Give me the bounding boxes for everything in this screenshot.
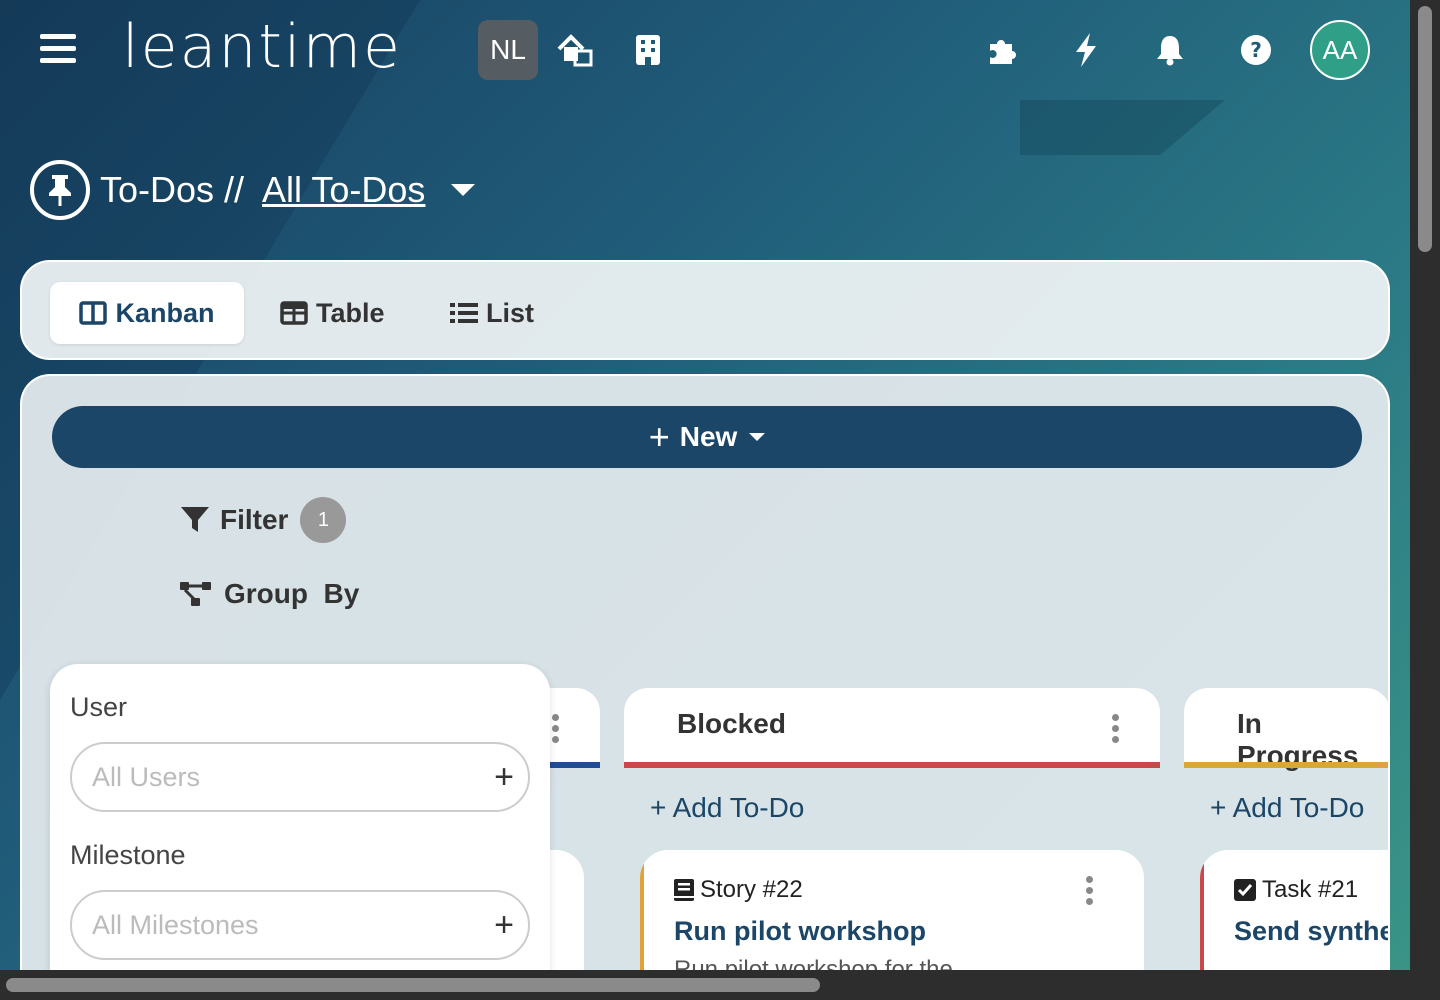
user-filter-input[interactable]: All Users +: [70, 742, 530, 812]
add-todo-label: Add To-Do: [672, 792, 805, 823]
add-todo-button[interactable]: + Add To-Do: [1210, 792, 1364, 824]
column-menu-icon[interactable]: [552, 714, 560, 747]
group-by-icon: [180, 582, 211, 606]
column-title: Blocked: [677, 708, 786, 739]
milestone-filter-input[interactable]: All Milestones +: [70, 890, 530, 960]
list-icon: [450, 303, 478, 323]
add-todo-button[interactable]: + Add To-Do: [650, 792, 804, 824]
kanban-column-blocked: Blocked: [624, 688, 1160, 768]
filter-button[interactable]: Filter 1: [180, 496, 347, 544]
checkbox-icon: [1234, 879, 1256, 901]
svg-text:?: ?: [1250, 38, 1262, 62]
card-title[interactable]: Run pilot workshop: [674, 916, 926, 947]
tab-table[interactable]: Table: [280, 282, 385, 344]
card-menu-icon[interactable]: [1086, 876, 1094, 909]
page-title: To-Dos // All To-Dos: [30, 160, 476, 220]
tab-kanban[interactable]: Kanban: [50, 282, 244, 344]
plus-icon: +: [1210, 792, 1227, 823]
table-icon: [280, 301, 308, 325]
plus-icon: +: [650, 792, 667, 823]
pin-icon: [30, 160, 90, 220]
menu-hamburger-icon[interactable]: [40, 34, 76, 66]
plus-icon: +: [648, 416, 670, 457]
group-by-label: Group By: [224, 578, 360, 609]
funnel-icon: [181, 507, 209, 532]
title-prefix: To-Dos //: [100, 169, 245, 210]
chevron-down-icon[interactable]: [451, 184, 476, 196]
view-selector-link[interactable]: All To-Dos: [262, 169, 425, 211]
column-status-bar: [1184, 762, 1388, 768]
project-badge[interactable]: NL: [478, 20, 538, 80]
plus-icon[interactable]: +: [494, 906, 514, 945]
home-company-icon[interactable]: [556, 30, 596, 70]
plus-icon[interactable]: +: [494, 758, 514, 797]
add-todo-label: Add To-Do: [1232, 792, 1365, 823]
scrollbar-thumb[interactable]: [1418, 6, 1432, 252]
scrollbar-thumb[interactable]: [6, 978, 820, 992]
tab-label: Kanban: [115, 297, 215, 328]
building-icon[interactable]: [628, 30, 668, 70]
column-menu-icon[interactable]: [1112, 714, 1120, 747]
leantime-logo[interactable]: leantime: [122, 12, 402, 82]
filter-popup: User All Users + Milestone All Milestone…: [50, 664, 550, 974]
vertical-scrollbar[interactable]: [1410, 0, 1440, 1000]
help-icon[interactable]: ?: [1236, 30, 1276, 70]
puzzle-icon[interactable]: [982, 30, 1022, 70]
lightning-icon[interactable]: [1066, 30, 1106, 70]
kanban-column-in-progress: In Progress: [1184, 688, 1388, 771]
chevron-down-icon: [749, 433, 766, 441]
card-type: Story #22: [674, 876, 803, 904]
card-title[interactable]: Send synthesis sequence: [1234, 916, 1388, 947]
milestone-filter-label: Milestone: [70, 840, 186, 870]
card-type: Task #21: [1234, 876, 1358, 904]
card-type-label: Story #22: [700, 876, 803, 903]
filter-count-badge: 1: [300, 497, 347, 543]
tab-list[interactable]: List: [450, 282, 534, 344]
card-type-label: Task #21: [1262, 876, 1359, 903]
column-status-bar: [624, 762, 1160, 768]
horizontal-scrollbar[interactable]: [0, 970, 1410, 1000]
new-button-label: New: [679, 421, 738, 452]
filter-label: Filter: [220, 504, 289, 535]
bell-icon[interactable]: [1150, 30, 1190, 70]
book-icon: [674, 879, 694, 901]
tab-label: List: [486, 297, 535, 328]
view-tabs: Kanban Table List: [20, 260, 1390, 360]
new-button[interactable]: + New: [52, 406, 1362, 468]
user-filter-placeholder: All Users: [92, 761, 201, 792]
user-avatar[interactable]: AA: [1310, 20, 1370, 80]
tab-label: Table: [316, 297, 385, 328]
kanban-icon: [79, 301, 108, 325]
milestone-filter-placeholder: All Milestones: [92, 909, 259, 940]
user-filter-label: User: [70, 692, 128, 722]
group-by-button[interactable]: Group By: [180, 574, 359, 614]
top-header: leantime NL ? AA: [0, 0, 1410, 100]
